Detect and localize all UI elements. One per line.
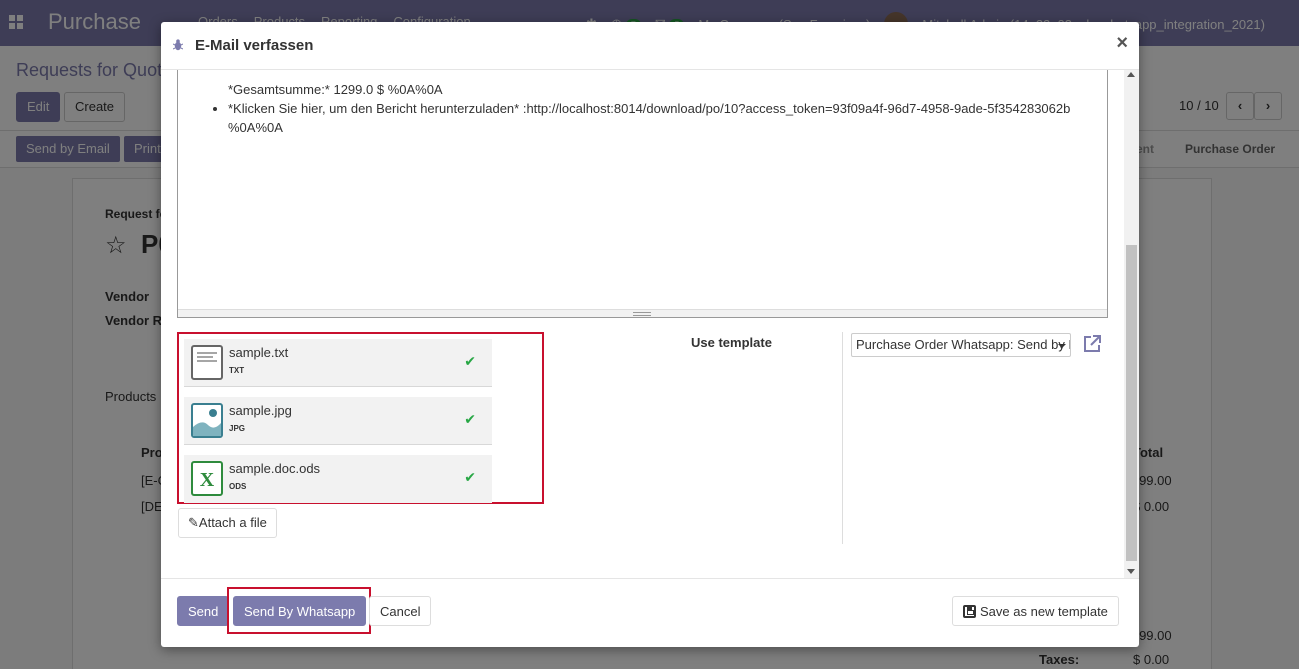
dialog-footer: Send Send By Whatsapp Cancel Save as new… bbox=[161, 578, 1139, 647]
use-template-label: Use template bbox=[691, 335, 772, 350]
attachment-item[interactable]: X sample.doc.ods ODS ✔ bbox=[184, 455, 492, 503]
text-file-icon bbox=[191, 345, 223, 380]
paperclip-icon: ✎ bbox=[188, 515, 199, 530]
external-link-icon[interactable] bbox=[1082, 334, 1102, 354]
check-icon: ✔ bbox=[464, 411, 476, 427]
dialog-title: E-Mail verfassen bbox=[195, 37, 314, 54]
attachment-name[interactable]: sample.doc.ods bbox=[229, 461, 320, 476]
attach-file-label: Attach a file bbox=[198, 515, 267, 530]
send-by-whatsapp-button[interactable]: Send By Whatsapp bbox=[233, 596, 367, 626]
body-download-link-line: *Klicken Sie hier, um den Bericht herunt… bbox=[228, 99, 1086, 137]
spreadsheet-file-icon: X bbox=[191, 461, 223, 496]
check-icon: ✔ bbox=[464, 469, 476, 485]
dialog-scrollbar[interactable] bbox=[1124, 70, 1139, 578]
save-as-new-template-button[interactable]: Save as new template bbox=[952, 596, 1119, 626]
compose-email-dialog: E-Mail verfassen × *Gesamtsumme:* 1299.0… bbox=[161, 22, 1139, 647]
scroll-down-arrow-icon[interactable] bbox=[1127, 569, 1135, 574]
attachment-item[interactable]: sample.jpg JPG ✔ bbox=[184, 397, 492, 445]
save-template-label: Save as new template bbox=[980, 604, 1108, 619]
image-file-icon bbox=[191, 403, 223, 438]
attachment-extension: ODS bbox=[229, 482, 247, 491]
scrollbar-thumb[interactable] bbox=[1126, 245, 1137, 561]
attachment-extension: TXT bbox=[229, 366, 245, 375]
divider bbox=[842, 332, 843, 544]
cancel-button[interactable]: Cancel bbox=[369, 596, 432, 626]
attachment-extension: JPG bbox=[229, 424, 246, 433]
template-select-value: Purchase Order Whatsapp: Send by Email bbox=[856, 337, 1070, 352]
save-icon bbox=[963, 605, 976, 618]
scroll-up-arrow-icon[interactable] bbox=[1127, 72, 1135, 77]
body-list: *Klicken Sie hier, um den Bericht herunt… bbox=[228, 99, 1086, 137]
body-total-line: *Gesamtsumme:* 1299.0 $ %0A%0A bbox=[228, 82, 443, 97]
check-icon: ✔ bbox=[464, 353, 476, 369]
editor-resize-handle[interactable] bbox=[178, 309, 1107, 317]
caret-down-icon bbox=[1058, 344, 1066, 348]
email-body-editor[interactable]: *Gesamtsumme:* 1299.0 $ %0A%0A *Klicken … bbox=[177, 70, 1108, 318]
editor-content[interactable]: *Gesamtsumme:* 1299.0 $ %0A%0A *Klicken … bbox=[206, 80, 1086, 137]
bug-icon bbox=[173, 39, 183, 51]
send-button[interactable]: Send bbox=[177, 596, 230, 626]
attachment-item[interactable]: sample.txt TXT ✔ bbox=[184, 339, 492, 387]
attachment-name[interactable]: sample.jpg bbox=[229, 403, 292, 418]
attachment-name[interactable]: sample.txt bbox=[229, 345, 288, 360]
svg-text:X: X bbox=[200, 469, 215, 491]
dialog-body: *Gesamtsumme:* 1299.0 $ %0A%0A *Klicken … bbox=[161, 70, 1139, 578]
attach-file-button[interactable]: ✎Attach a file bbox=[178, 508, 277, 538]
close-icon[interactable]: × bbox=[1116, 33, 1128, 53]
template-select[interactable]: Purchase Order Whatsapp: Send by Email bbox=[851, 333, 1071, 357]
dialog-header: E-Mail verfassen × bbox=[161, 22, 1139, 70]
attachments-highlight: sample.txt TXT ✔ sample.jpg JPG ✔ X samp… bbox=[177, 332, 544, 504]
